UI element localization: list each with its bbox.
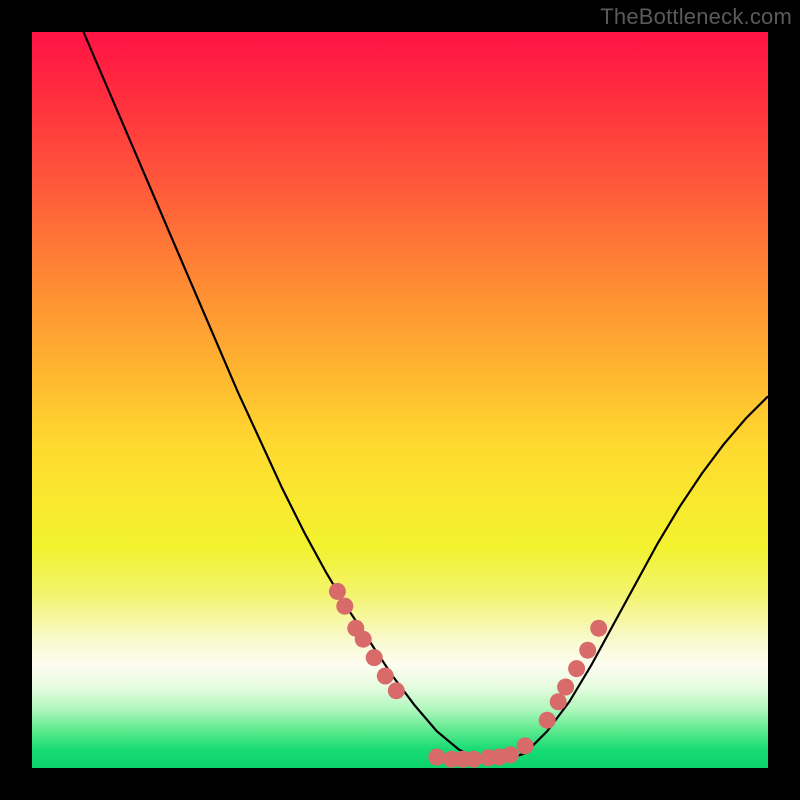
chart-frame: TheBottleneck.com	[0, 0, 800, 800]
data-marker	[428, 749, 445, 766]
data-marker	[329, 583, 346, 600]
data-marker	[377, 668, 394, 685]
data-marker	[465, 751, 482, 768]
chart-svg	[32, 32, 768, 768]
watermark-text: TheBottleneck.com	[600, 4, 792, 30]
data-marker	[366, 649, 383, 666]
data-marker	[557, 679, 574, 696]
data-marker	[550, 693, 567, 710]
data-marker	[336, 598, 353, 615]
data-marker	[568, 660, 585, 677]
data-marker	[502, 746, 519, 763]
data-marker	[355, 631, 372, 648]
data-marker	[539, 712, 556, 729]
data-marker	[517, 737, 534, 754]
data-marker-group	[329, 583, 607, 768]
data-marker	[579, 642, 596, 659]
data-marker	[590, 620, 607, 637]
plot-area	[32, 32, 768, 768]
bottleneck-curve	[84, 32, 769, 761]
data-marker	[388, 682, 405, 699]
